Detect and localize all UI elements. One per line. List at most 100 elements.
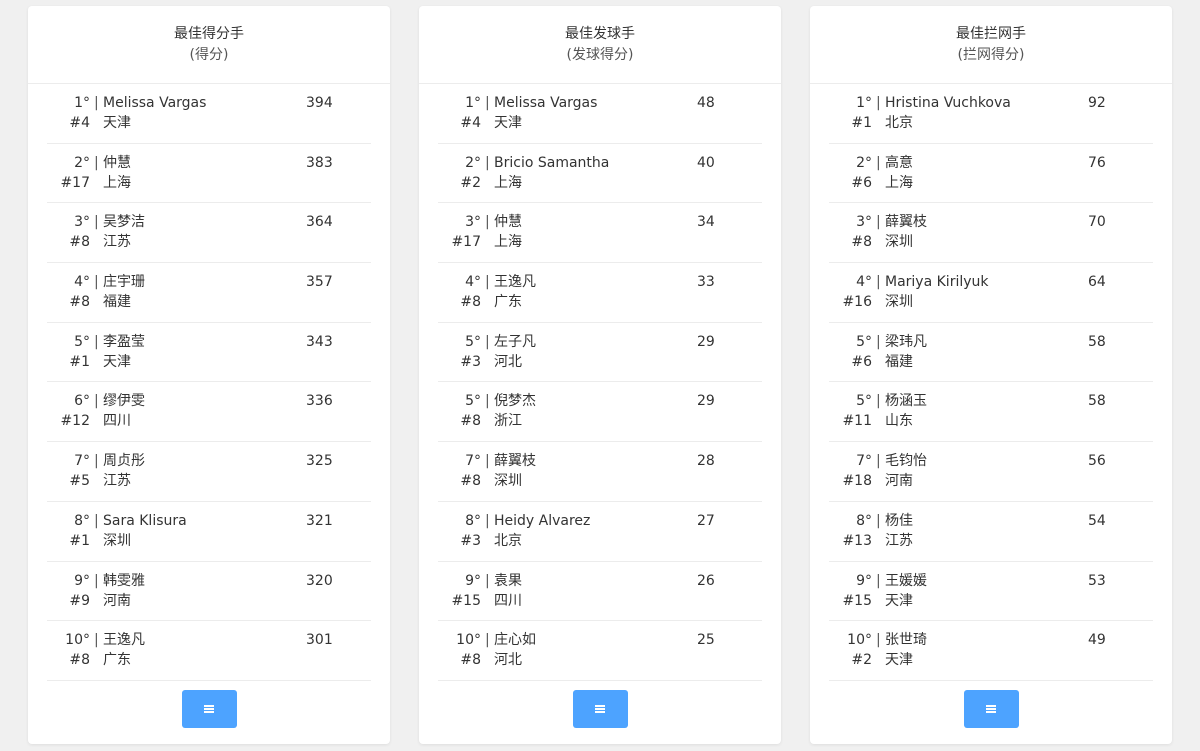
ranking-row[interactable]: 7° #8 | 薛翼枝 深圳 28	[438, 442, 762, 502]
ranking-row[interactable]: 4° #8 | 王逸凡 广东 33	[438, 263, 762, 323]
button-container	[810, 690, 1172, 728]
ranking-row[interactable]: 7° #5 | 周贞彤 江苏 325	[47, 442, 371, 502]
ranking-row[interactable]: 1° #1 | Hristina Vuchkova 北京 92	[829, 84, 1153, 144]
player-team: 四川	[103, 413, 131, 430]
player-rank: 5°	[856, 393, 872, 410]
stat-value: 28	[697, 453, 715, 470]
separator: |	[876, 333, 881, 350]
ranking-list: 1° #1 | Hristina Vuchkova 北京 92 2° #6 | 高意 上海 76 3° #…	[810, 84, 1172, 681]
ranking-row[interactable]: 2° #17 | 仲慧 上海 383	[47, 144, 371, 204]
ranking-row[interactable]: 1° #4 | Melissa Vargas 天津 48	[438, 84, 762, 144]
player-name: 周贞彤	[103, 453, 145, 470]
ranking-row[interactable]: 8° #1 | Sara Klisura 深圳 321	[47, 502, 371, 562]
ranking-row[interactable]: 9° #9 | 韩雯雅 河南 320	[47, 562, 371, 622]
player-number: #8	[460, 473, 481, 490]
card-header: 最佳发球手 (发球得分)	[419, 6, 781, 84]
player-name: 仲慧	[103, 154, 131, 171]
player-number: #17	[451, 234, 481, 251]
ranking-row[interactable]: 8° #13 | 杨佳 江苏 54	[829, 502, 1153, 562]
player-rank: 8°	[856, 512, 872, 529]
ranking-row[interactable]: 5° #11 | 杨涵玉 山东 58	[829, 382, 1153, 443]
stat-value: 25	[697, 632, 715, 649]
separator: |	[94, 333, 99, 350]
player-name: 王逸凡	[494, 274, 536, 291]
ranking-row[interactable]: 3° #8 | 吴梦洁 江苏 364	[47, 203, 371, 264]
player-number: #11	[842, 413, 872, 430]
stat-value: 92	[1088, 95, 1106, 111]
player-team: 河南	[103, 592, 131, 609]
separator: |	[94, 95, 99, 111]
stat-value: 70	[1088, 214, 1106, 231]
player-number: #15	[451, 592, 481, 609]
separator: |	[94, 512, 99, 529]
ranking-row[interactable]: 5° #1 | 李盈莹 天津 343	[47, 323, 371, 383]
ranking-row[interactable]: 10° #2 | 张世琦 天津 49	[829, 621, 1153, 681]
ranking-row[interactable]: 9° #15 | 王媛媛 天津 53	[829, 562, 1153, 622]
ranking-row[interactable]: 6° #12 | 缪伊雯 四川 336	[47, 382, 371, 443]
player-number: #1	[69, 532, 90, 549]
separator: |	[876, 214, 881, 231]
ranking-row[interactable]: 4° #16 | Mariya Kirilyuk 深圳 64	[829, 263, 1153, 323]
card-title: 最佳发球手	[565, 25, 635, 42]
ranking-row[interactable]: 1° #4 | Melissa Vargas 天津 394	[47, 84, 371, 144]
player-number: #8	[460, 413, 481, 430]
stat-value: 49	[1088, 632, 1106, 649]
player-name: Melissa Vargas	[494, 95, 598, 111]
player-name: 倪梦杰	[494, 393, 536, 410]
ranking-row[interactable]: 10° #8 | 庄心如 河北 25	[438, 621, 762, 681]
player-team: 福建	[885, 353, 913, 370]
stat-value: 53	[1088, 572, 1106, 589]
player-rank: 5°	[465, 393, 481, 410]
button-container	[28, 690, 390, 728]
expand-list-button[interactable]	[572, 690, 628, 728]
expand-list-button[interactable]	[963, 690, 1019, 728]
player-team: 福建	[103, 294, 131, 311]
ranking-row[interactable]: 5° #8 | 倪梦杰 浙江 29	[438, 382, 762, 443]
player-number: #8	[69, 234, 90, 251]
player-name: 王媛媛	[885, 572, 927, 589]
card-subtitle: (得分)	[189, 46, 229, 63]
separator: |	[485, 453, 490, 470]
player-rank: 9°	[856, 572, 872, 589]
player-team: 江苏	[103, 473, 131, 490]
separator: |	[485, 632, 490, 649]
ranking-row[interactable]: 8° #3 | Heidy Alvarez 北京 27	[438, 502, 762, 562]
stat-value: 54	[1088, 512, 1106, 529]
player-rank: 5°	[465, 333, 481, 350]
player-number: #8	[460, 652, 481, 669]
player-rank: 4°	[465, 274, 481, 291]
player-name: 张世琦	[885, 632, 927, 649]
player-number: #9	[69, 592, 90, 609]
separator: |	[876, 95, 881, 111]
ranking-row[interactable]: 3° #17 | 仲慧 上海 34	[438, 203, 762, 264]
ranking-row[interactable]: 5° #6 | 梁玮凡 福建 58	[829, 323, 1153, 383]
ranking-list: 1° #4 | Melissa Vargas 天津 394 2° #17 | 仲慧 上海 383 3° #…	[28, 84, 390, 681]
ranking-row[interactable]: 2° #2 | Bricio Samantha 上海 40	[438, 144, 762, 204]
ranking-row[interactable]: 5° #3 | 左子凡 河北 29	[438, 323, 762, 383]
stat-value: 64	[1088, 274, 1106, 291]
player-number: #15	[842, 592, 872, 609]
player-rank: 7°	[465, 453, 481, 470]
menu-icon	[986, 705, 996, 713]
ranking-row[interactable]: 10° #8 | 王逸凡 广东 301	[47, 621, 371, 681]
ranking-row[interactable]: 9° #15 | 袁果 四川 26	[438, 562, 762, 622]
ranking-row[interactable]: 3° #8 | 薛翼枝 深圳 70	[829, 203, 1153, 264]
player-rank: 10°	[456, 632, 481, 649]
player-number: #3	[460, 353, 481, 370]
separator: |	[485, 95, 490, 111]
stat-value: 320	[306, 572, 333, 589]
player-name: 袁果	[494, 572, 522, 589]
ranking-row[interactable]: 4° #8 | 庄宇珊 福建 357	[47, 263, 371, 323]
player-number: #13	[842, 532, 872, 549]
player-team: 广东	[103, 652, 131, 669]
ranking-row[interactable]: 2° #6 | 高意 上海 76	[829, 144, 1153, 204]
player-name: 庄宇珊	[103, 274, 145, 291]
separator: |	[485, 214, 490, 231]
stat-value: 58	[1088, 393, 1106, 410]
ranking-row[interactable]: 7° #18 | 毛钧怡 河南 56	[829, 442, 1153, 502]
player-team: 山东	[885, 413, 913, 430]
player-team: 天津	[885, 652, 913, 669]
player-rank: 3°	[856, 214, 872, 231]
player-rank: 4°	[856, 274, 872, 291]
expand-list-button[interactable]	[181, 690, 237, 728]
